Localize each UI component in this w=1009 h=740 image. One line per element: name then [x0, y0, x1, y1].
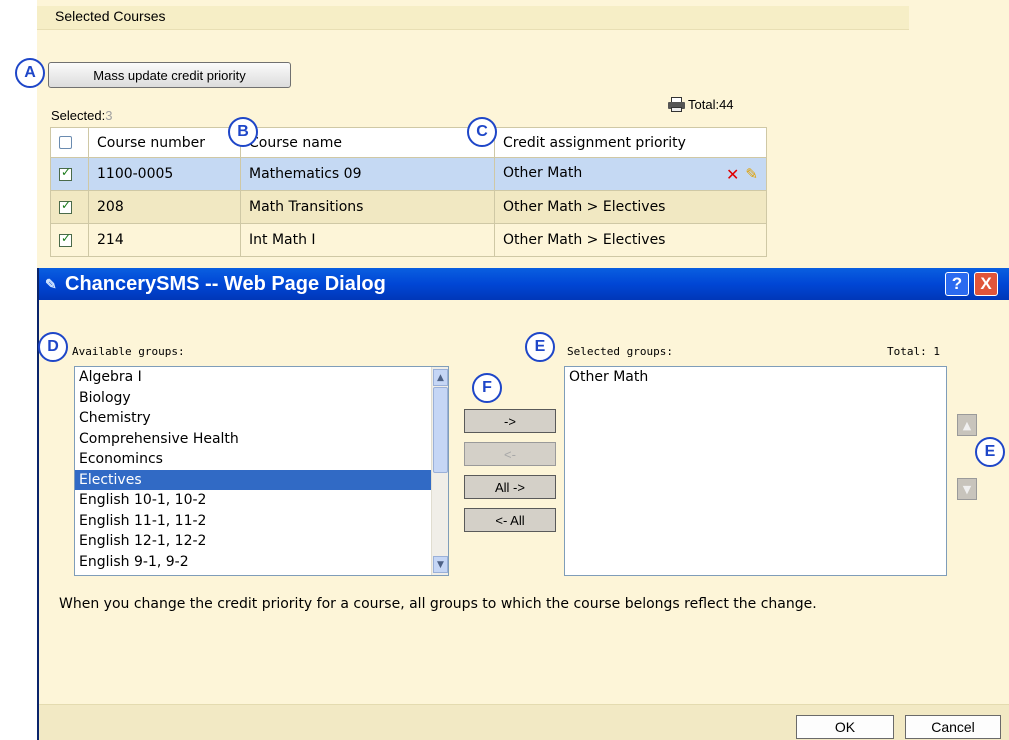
course-name-cell: Math Transitions: [240, 190, 495, 224]
dialog-title: ChancerySMS -- Web Page Dialog: [65, 272, 386, 295]
move-all-left-button[interactable]: <- All: [464, 508, 556, 532]
available-groups-label: Available groups:: [72, 345, 185, 358]
mass-update-button[interactable]: Mass update credit priority: [48, 62, 291, 88]
list-item-selected[interactable]: Electives: [75, 469, 448, 490]
row-checkbox[interactable]: [59, 198, 72, 214]
list-item[interactable]: Other Math: [565, 367, 946, 388]
arrow-up-icon[interactable]: ▲: [957, 414, 977, 436]
priority-cell: Other Math ✕ ✎: [494, 157, 767, 191]
credit-priority-note: When you change the credit priority for …: [59, 596, 817, 612]
help-button[interactable]: ?: [945, 272, 969, 296]
selected-indicator: Selected:3: [51, 108, 112, 123]
select-all-checkbox[interactable]: [59, 136, 72, 149]
course-number-cell: 1100-0005: [88, 157, 241, 191]
row-checkbox-cell[interactable]: [50, 190, 89, 224]
section-header: [37, 6, 909, 30]
row-checkbox-cell[interactable]: [50, 223, 89, 257]
list-item[interactable]: Chemistry: [75, 408, 448, 429]
column-header-credit-priority[interactable]: Credit assignment priority: [494, 127, 767, 158]
callout-b: B: [228, 117, 258, 147]
callout-a: A: [15, 58, 45, 88]
row-checkbox-cell[interactable]: [50, 157, 89, 191]
section-title: Selected Courses: [55, 8, 166, 24]
scroll-up-icon[interactable]: ▲: [433, 369, 448, 386]
column-header-course-name[interactable]: Course name: [240, 127, 495, 158]
course-number-cell: 208: [88, 190, 241, 224]
course-name-cell: Int Math I: [240, 223, 495, 257]
move-right-button[interactable]: ->: [464, 409, 556, 433]
courses-table: Course number Course name Credit assignm…: [50, 127, 767, 257]
list-item[interactable]: English 10-1, 10-2: [75, 490, 448, 511]
cancel-button[interactable]: Cancel: [905, 715, 1001, 739]
callout-f: F: [472, 373, 502, 403]
list-item[interactable]: English 12-1, 12-2: [75, 531, 448, 552]
available-groups-list[interactable]: Algebra I Biology Chemistry Comprehensiv…: [74, 366, 449, 576]
list-scrollbar[interactable]: ▲ ▼: [431, 367, 448, 575]
callout-e: E: [525, 332, 555, 362]
column-header-course-number[interactable]: Course number: [88, 127, 241, 158]
pencil-icon[interactable]: ✎: [745, 165, 758, 183]
selected-count: 3: [105, 108, 113, 123]
callout-e-right: E: [975, 437, 1005, 467]
callout-d: D: [38, 332, 68, 362]
ie-page-icon: ✎: [45, 276, 57, 292]
list-item[interactable]: Biology: [75, 388, 448, 409]
selected-label: Selected:: [51, 108, 106, 123]
priority-cell: Other Math > Electives: [494, 190, 767, 224]
move-all-right-button[interactable]: All ->: [464, 475, 556, 499]
scroll-thumb[interactable]: [433, 387, 448, 473]
table-row[interactable]: 1100-0005 Mathematics 09 Other Math ✕ ✎: [50, 157, 767, 191]
delete-icon[interactable]: ✕: [726, 165, 739, 184]
select-all-header[interactable]: [50, 127, 89, 158]
list-item[interactable]: Comprehensive Health: [75, 429, 448, 450]
list-item[interactable]: Algebra I: [75, 367, 448, 388]
table-header-row: Course number Course name Credit assignm…: [50, 127, 767, 158]
total-label: Total:44: [688, 97, 734, 112]
web-page-dialog: ✎ ChancerySMS -- Web Page Dialog ? X Ava…: [37, 268, 1009, 740]
dialog-titlebar[interactable]: ✎ ChancerySMS -- Web Page Dialog ? X: [39, 268, 1009, 300]
selected-groups-list[interactable]: Other Math: [564, 366, 947, 576]
total-indicator: Total:44: [668, 97, 734, 112]
course-number-cell: 214: [88, 223, 241, 257]
move-left-button[interactable]: <-: [464, 442, 556, 466]
dialog-footer: OK Cancel: [39, 704, 1009, 740]
table-row[interactable]: 208 Math Transitions Other Math > Electi…: [50, 190, 767, 224]
callout-c: C: [467, 117, 497, 147]
list-item[interactable]: English 11-1, 11-2: [75, 511, 448, 532]
course-name-cell: Mathematics 09: [240, 157, 495, 191]
selected-groups-label: Selected groups:: [567, 345, 673, 358]
selected-groups-total: Total: 1: [887, 345, 940, 358]
row-checkbox[interactable]: [59, 165, 72, 181]
list-item[interactable]: Economincs: [75, 449, 448, 470]
priority-text: Other Math: [503, 164, 583, 181]
ok-button[interactable]: OK: [796, 715, 894, 739]
row-checkbox[interactable]: [59, 231, 72, 247]
priority-cell: Other Math > Electives: [494, 223, 767, 257]
close-button[interactable]: X: [974, 272, 998, 296]
arrow-down-icon[interactable]: ▼: [957, 478, 977, 500]
table-row[interactable]: 214 Int Math I Other Math > Electives: [50, 223, 767, 257]
list-item[interactable]: English 9-1, 9-2: [75, 552, 448, 573]
printer-icon[interactable]: [668, 97, 685, 112]
scroll-down-icon[interactable]: ▼: [433, 556, 448, 573]
